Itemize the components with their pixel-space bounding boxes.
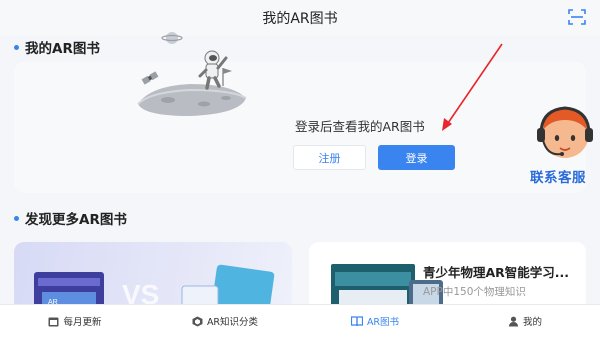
- page-title: 我的AR图书: [262, 11, 338, 27]
- customer-service-avatar[interactable]: [535, 100, 595, 166]
- tab-label: 每月更新: [63, 317, 102, 328]
- annotation-arrow: [442, 43, 503, 131]
- contact-service-label[interactable]: 联系客服: [530, 166, 586, 186]
- astronaut-moon-illustration: [137, 32, 247, 116]
- bottom-tab-bar: 每月更新 AR知识分类 AR图书 我的: [0, 304, 600, 337]
- discover-heading: 发现更多AR图书: [25, 212, 127, 228]
- tab-monthly-update[interactable]: 每月更新: [0, 305, 150, 337]
- section-bullet: [14, 215, 19, 221]
- featured-book-subtitle: APP中150个物理知识: [423, 286, 526, 298]
- scan-icon[interactable]: [568, 8, 586, 26]
- category-icon: [192, 316, 203, 326]
- book-icon: [350, 315, 363, 326]
- tab-label: AR知识分类: [206, 317, 259, 328]
- person-icon: [508, 316, 519, 326]
- my-books-heading: 我的AR图书: [25, 41, 100, 57]
- register-button[interactable]: 注册: [293, 145, 366, 170]
- discover-section-title: 发现更多AR图书: [14, 208, 127, 228]
- discover-banner-card[interactable]: AR VS: [14, 242, 292, 312]
- header-bar: 我的AR图书: [0, 0, 600, 36]
- book-set-image: AR VS: [34, 264, 275, 312]
- featured-book-title[interactable]: 青少年物理AR智能学习...: [423, 262, 569, 281]
- tab-ar-knowledge-category[interactable]: AR知识分类: [150, 305, 300, 337]
- tab-label: AR图书: [366, 317, 400, 328]
- my-books-section-title: 我的AR图书: [14, 37, 100, 57]
- tab-mine[interactable]: 我的: [450, 305, 600, 337]
- login-hint-text: 登录后查看我的AR图书: [295, 119, 425, 134]
- tab-label: 我的: [522, 317, 542, 328]
- section-bullet: [14, 44, 19, 50]
- login-button[interactable]: 登录: [378, 145, 455, 170]
- calendar-icon: [48, 317, 59, 326]
- tab-ar-books[interactable]: AR图书: [300, 305, 450, 337]
